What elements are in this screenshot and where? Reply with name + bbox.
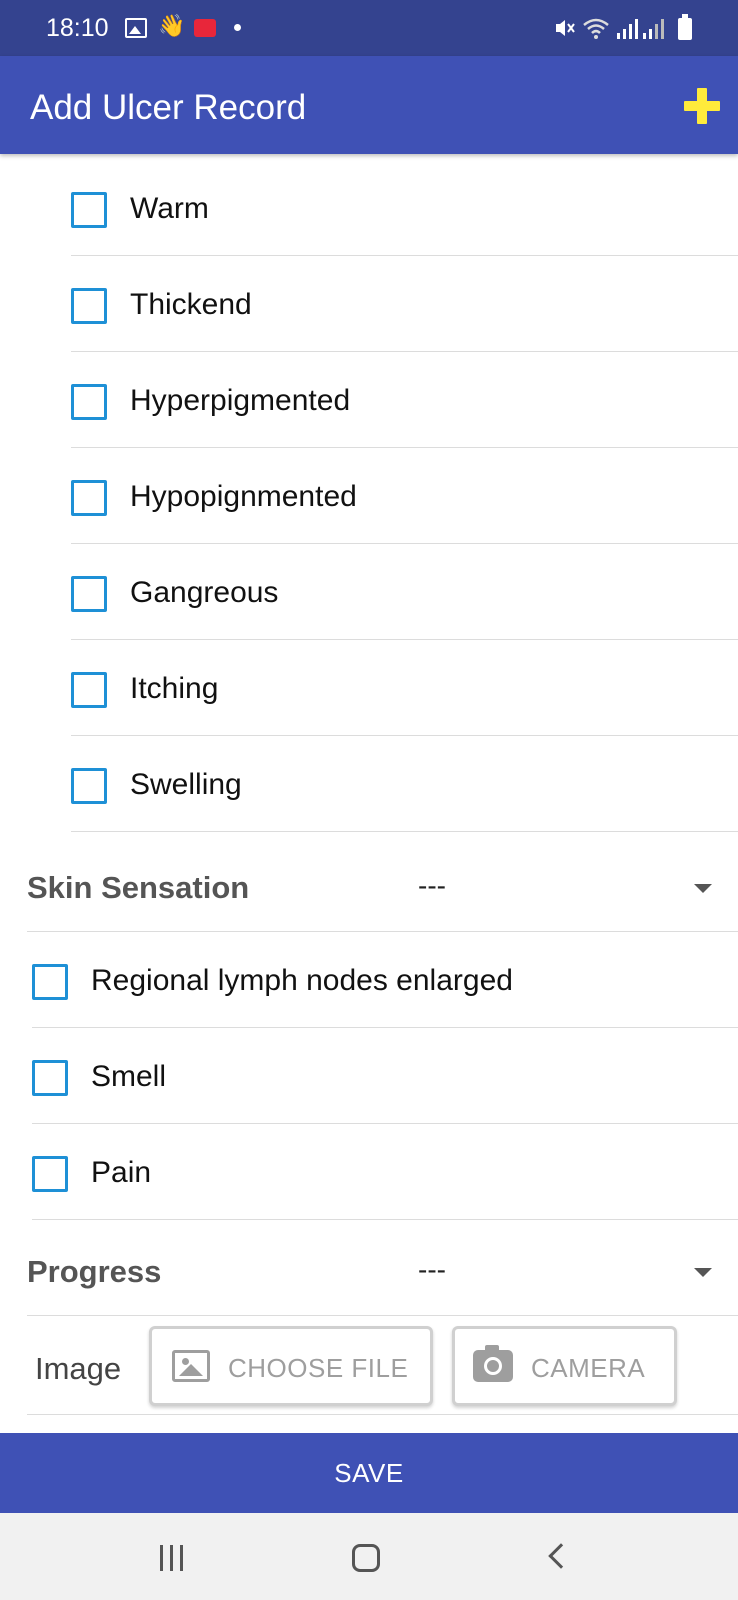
skin-sensation-spinner[interactable]: Skin Sensation --- xyxy=(0,842,738,932)
swelling-label: Swelling xyxy=(130,768,242,801)
image-label: Image xyxy=(35,1351,122,1386)
gangreous-checkbox[interactable] xyxy=(71,576,107,612)
waving-hand-icon: 👋 xyxy=(158,13,186,38)
checkbox-row-lymph-nodes[interactable]: Regional lymph nodes enlarged xyxy=(0,932,738,1028)
choose-file-label: CHOOSE FILE xyxy=(228,1353,409,1383)
hypopignmented-label: Hypopignmented xyxy=(130,480,357,513)
skin-sensation-value[interactable]: --- xyxy=(418,870,446,902)
checkbox-row-warm[interactable]: Warm xyxy=(0,160,738,256)
status-time: 18:10 xyxy=(46,14,109,42)
divider xyxy=(71,831,738,832)
checkbox-row-swelling[interactable]: Swelling xyxy=(0,736,738,832)
hyperpigmented-checkbox[interactable] xyxy=(71,384,107,420)
camera-button[interactable]: CAMERA xyxy=(452,1326,677,1406)
progress-value[interactable]: --- xyxy=(418,1254,446,1286)
checkbox-row-hyperpigmented[interactable]: Hyperpigmented xyxy=(0,352,738,448)
signal-2-icon xyxy=(642,18,664,45)
back-icon[interactable] xyxy=(548,1543,574,1569)
vibrate-mute-icon xyxy=(552,16,576,46)
gallery-notification-icon xyxy=(125,18,147,38)
choose-file-button[interactable]: CHOOSE FILE xyxy=(149,1326,433,1406)
lymph-nodes-label: Regional lymph nodes enlarged xyxy=(91,964,513,997)
plus-icon[interactable] xyxy=(684,88,720,124)
progress-spinner[interactable]: Progress --- xyxy=(0,1226,738,1316)
checkbox-row-smell[interactable]: Smell xyxy=(0,1028,738,1124)
itching-checkbox[interactable] xyxy=(71,672,107,708)
checkbox-row-hypopignmented[interactable]: Hypopignmented xyxy=(0,448,738,544)
pain-checkbox[interactable] xyxy=(32,1156,68,1192)
smell-label: Smell xyxy=(91,1060,167,1093)
checkbox-row-thickend[interactable]: Thickend xyxy=(0,256,738,352)
warm-checkbox[interactable] xyxy=(71,192,107,228)
progress-label: Progress xyxy=(27,1254,162,1289)
navigation-bar xyxy=(0,1513,738,1600)
status-bar: 18:10 👋 xyxy=(0,0,738,56)
gangreous-label: Gangreous xyxy=(130,576,279,609)
smell-checkbox[interactable] xyxy=(32,1060,68,1096)
pain-label: Pain xyxy=(91,1156,152,1189)
home-icon[interactable] xyxy=(352,1544,380,1572)
wifi-icon xyxy=(582,16,610,45)
image-row: Image CHOOSE FILE CAMERA xyxy=(0,1316,738,1415)
hyperpigmented-label: Hyperpigmented xyxy=(130,384,351,417)
swelling-checkbox[interactable] xyxy=(71,768,107,804)
image-icon xyxy=(172,1350,210,1382)
checkbox-row-pain[interactable]: Pain xyxy=(0,1124,738,1220)
divider xyxy=(27,1414,738,1415)
save-label: SAVE xyxy=(334,1458,404,1488)
thickend-label: Thickend xyxy=(130,288,252,321)
signal-icon xyxy=(616,18,638,45)
battery-icon xyxy=(678,14,692,40)
camera-icon xyxy=(473,1345,513,1382)
lymph-nodes-checkbox[interactable] xyxy=(32,964,68,1000)
recents-icon[interactable] xyxy=(160,1545,188,1571)
thickend-checkbox[interactable] xyxy=(71,288,107,324)
dropdown-arrow-icon[interactable] xyxy=(694,1268,712,1277)
hypopignmented-checkbox[interactable] xyxy=(71,480,107,516)
skin-sensation-label: Skin Sensation xyxy=(27,870,250,905)
itching-label: Itching xyxy=(130,672,219,705)
camera-label: CAMERA xyxy=(531,1353,646,1383)
divider xyxy=(32,1219,738,1220)
checkbox-row-gangreous[interactable]: Gangreous xyxy=(0,544,738,640)
warm-label: Warm xyxy=(130,192,209,225)
app-bar: Add Ulcer Record xyxy=(0,56,738,154)
app-notification-icon xyxy=(194,19,216,37)
more-notifications-dot-icon xyxy=(234,24,241,31)
dropdown-arrow-icon[interactable] xyxy=(694,884,712,893)
save-button[interactable]: SAVE xyxy=(0,1433,738,1513)
page-title: Add Ulcer Record xyxy=(30,88,307,127)
checkbox-row-itching[interactable]: Itching xyxy=(0,640,738,736)
